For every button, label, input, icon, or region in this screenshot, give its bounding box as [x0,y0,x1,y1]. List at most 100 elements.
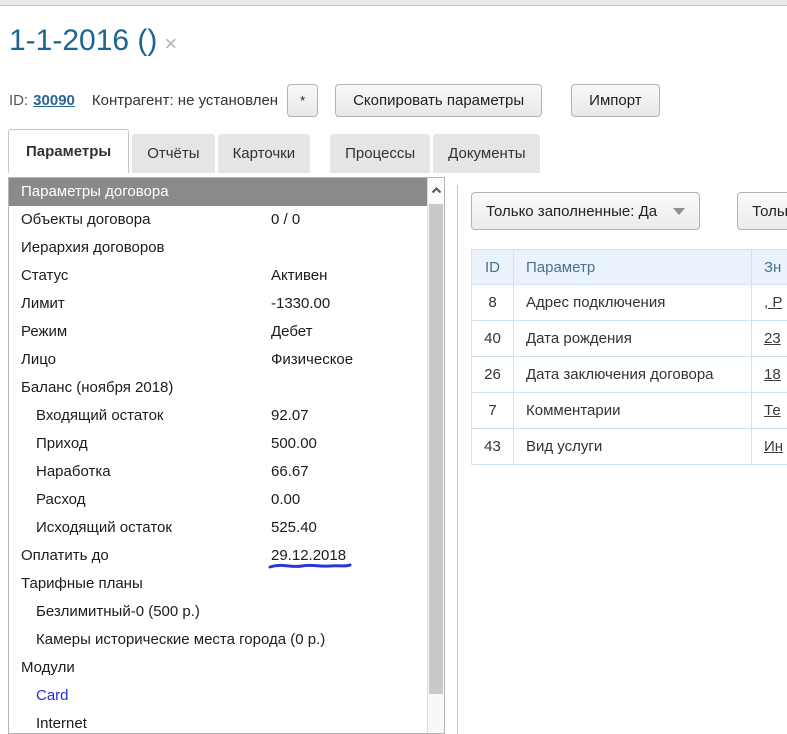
parameter-row[interactable]: Тарифные планы [9,570,427,598]
chevron-down-icon [673,208,685,215]
param-value: Дебет [271,318,312,346]
params-values-panel: Только заполненные: Да Только ID Парамет… [457,185,787,734]
parameter-row[interactable]: Иерархия договоров [9,234,427,262]
contract-id-link[interactable]: 30090 [33,92,75,109]
tab-cards[interactable]: Карточки [218,134,311,173]
copy-params-button[interactable]: Скопировать параметры [335,84,542,117]
parameter-row[interactable]: Приход 500.00 [9,430,427,458]
filled-only-dropdown-label: Только заполненные: Да [486,203,657,220]
parameter-row[interactable]: Card [9,682,427,710]
contract-params-header[interactable]: Параметры договора [9,178,427,206]
cell-value[interactable]: , Р [752,285,787,321]
close-icon[interactable]: × [164,33,177,55]
parameter-row[interactable]: Наработка 66.67 [9,458,427,486]
contract-params-list: Объекты договора 0 / 0 Иерархия договоро… [9,206,427,733]
param-label: Приход [9,430,88,458]
parameter-row[interactable]: Internet [9,710,427,733]
page-title: 1-1-2016 () [9,24,157,58]
param-label: Иерархия договоров [9,234,165,262]
cell-param: Комментарии [514,393,752,429]
tab-reports[interactable]: Отчёты [132,134,214,173]
tab-label: Отчёты [147,145,199,162]
cell-id: 26 [472,357,514,393]
scrollbar-thumb[interactable] [429,204,443,694]
param-value: Активен [271,262,327,290]
param-value: -1330.00 [271,290,330,318]
param-value: 66.67 [271,458,309,486]
parameter-row[interactable]: Безлимитный-0 (500 р.) [9,598,427,626]
parameter-row[interactable]: Баланс (ноября 2018) [9,374,427,402]
tab-parameters[interactable]: Параметры [8,129,129,173]
table-row[interactable]: 26 Дата заключения договора 18 [472,357,787,393]
parameter-row[interactable]: Модули [9,654,427,682]
parameter-row[interactable]: Лицо Физическое [9,346,427,374]
second-filter-label: Только [752,203,787,220]
param-value: 29.12.2018 [271,542,346,570]
param-label: Входящий остаток [9,402,164,430]
cell-param: Дата рождения [514,321,752,357]
params-table-head: ID Параметр Зн [472,250,787,285]
window-top-strip [0,0,787,6]
tab-label: Процессы [345,145,415,162]
param-label: Режим [9,318,67,346]
table-row[interactable]: 8 Адрес подключения , Р [472,285,787,321]
param-value: 525.40 [271,514,317,542]
parameter-row[interactable]: Камеры исторические места города (0 р.) [9,626,427,654]
param-label: Лицо [9,346,56,374]
cell-param: Дата заключения договора [514,357,752,393]
title-row: 1-1-2016 () × [9,24,177,58]
toolbar: ID: 30090 Контрагент: не установлен * Ск… [9,84,660,117]
contract-params-panel: Параметры договора Объекты договора 0 / … [8,177,445,734]
cell-value[interactable]: Те [752,393,787,429]
scrollbar-up-button[interactable] [428,178,444,203]
parameter-row[interactable]: Лимит -1330.00 [9,290,427,318]
parameter-row[interactable]: Статус Активен [9,262,427,290]
contractor-star-button[interactable]: * [287,84,318,117]
parameter-row[interactable]: Входящий остаток 92.07 [9,402,427,430]
second-filter-dropdown[interactable]: Только [737,192,787,230]
param-label: Исходящий остаток [9,514,172,542]
param-label: Модули [9,654,75,682]
contract-params-content: Параметры договора Объекты договора 0 / … [9,178,427,733]
param-label: Камеры исторические места города (0 р.) [9,626,325,654]
parameter-row[interactable]: Объекты договора 0 / 0 [9,206,427,234]
annotation-underline [268,561,352,570]
param-value: 0 / 0 [271,206,300,234]
cell-value[interactable]: Ин [752,429,787,465]
cell-id: 7 [472,393,514,429]
param-label: Баланс (ноября 2018) [9,374,173,402]
cell-id: 8 [472,285,514,321]
parameter-row[interactable]: Режим Дебет [9,318,427,346]
tab-processes[interactable]: Процессы [330,134,430,173]
cell-value[interactable]: 18 [752,357,787,393]
parameter-row[interactable]: Оплатить до 29.12.2018 [9,542,427,570]
param-label: Статус [9,262,68,290]
filled-only-dropdown[interactable]: Только заполненные: Да [471,192,700,230]
cell-param: Адрес подключения [514,285,752,321]
parameter-row[interactable]: Исходящий остаток 525.40 [9,514,427,542]
param-value: 500.00 [271,430,317,458]
table-row[interactable]: 7 Комментарии Те [472,393,787,429]
param-label: Расход [9,486,85,514]
filters-row: Только заполненные: Да Только [471,192,787,230]
param-label: Объекты договора [9,206,150,234]
id-label: ID: [9,92,28,109]
scrollbar[interactable] [427,178,444,733]
param-label: Наработка [9,458,111,486]
param-label: Безлимитный-0 (500 р.) [9,598,200,626]
param-label[interactable]: Card [9,682,69,710]
tab-documents[interactable]: Документы [433,134,540,173]
param-label: Тарифные планы [9,570,143,598]
params-table-body: 8 Адрес подключения , Р 40 Дата рождения… [472,285,787,465]
cell-param: Вид услуги [514,429,752,465]
cell-value[interactable]: 23 [752,321,787,357]
table-row[interactable]: 43 Вид услуги Ин [472,429,787,465]
tab-label: Карточки [233,145,296,162]
import-button[interactable]: Импорт [571,84,659,117]
param-value: 0.00 [271,486,300,514]
column-header-param: Параметр [514,250,752,285]
param-label: Оплатить до [9,542,109,570]
parameter-row[interactable]: Расход 0.00 [9,486,427,514]
table-row[interactable]: 40 Дата рождения 23 [472,321,787,357]
chevron-up-icon [431,187,442,194]
